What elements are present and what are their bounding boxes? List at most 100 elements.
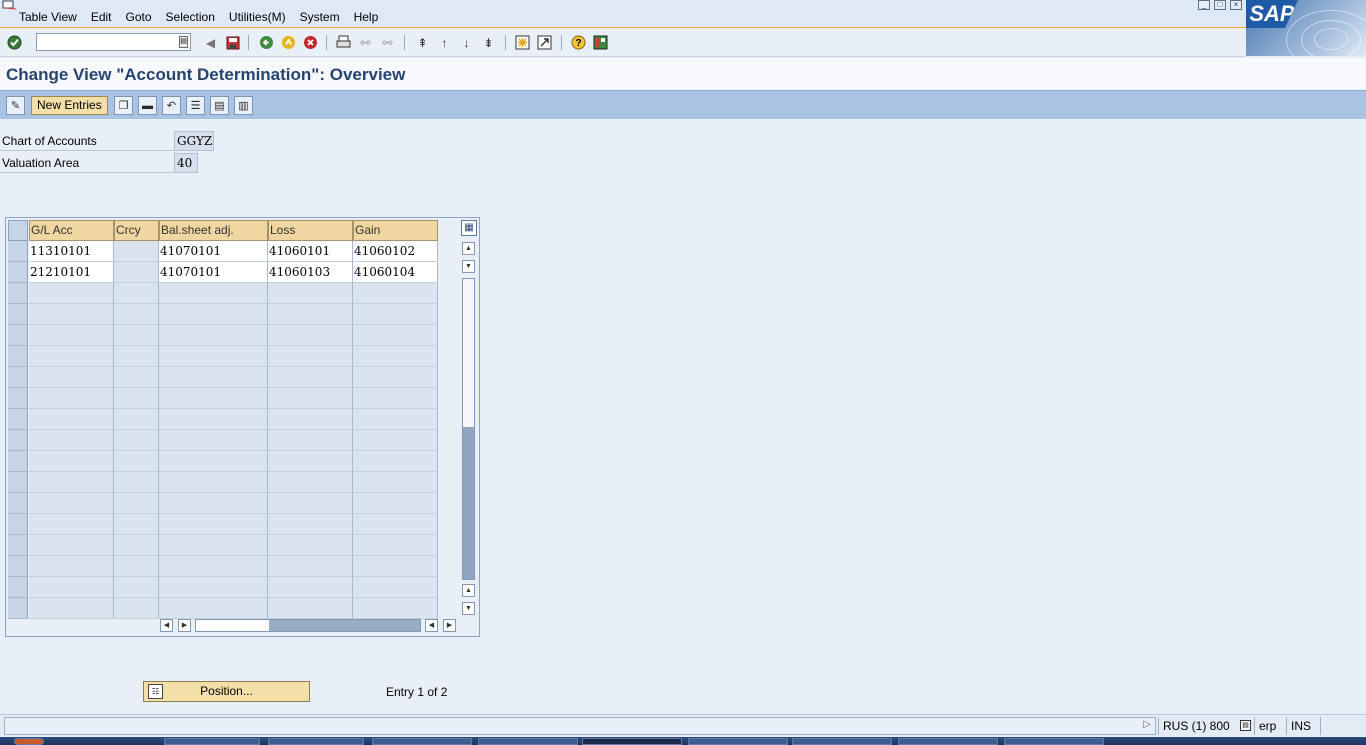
cell-gl-account[interactable] [29, 325, 114, 346]
cell-gl-account[interactable] [29, 304, 114, 325]
first-page-icon[interactable]: ⇞ [414, 34, 431, 51]
page-up-icon[interactable]: ▲ [462, 584, 475, 597]
find-icon[interactable]: ⚯ [357, 34, 374, 51]
cell-gain[interactable] [353, 577, 438, 598]
cell-gl-account[interactable] [29, 577, 114, 598]
back-arrow-icon[interactable]: ◀ [202, 34, 219, 51]
taskbar-item-active[interactable] [582, 738, 682, 745]
command-field[interactable]: ▤ [36, 33, 191, 51]
cell-balance-sheet-adj[interactable] [159, 472, 268, 493]
cell-loss[interactable] [268, 556, 353, 577]
column-header-loss[interactable]: Loss [268, 220, 353, 241]
start-button[interactable] [14, 738, 44, 745]
cell-loss[interactable] [268, 346, 353, 367]
taskbar-item[interactable] [898, 738, 998, 745]
cell-loss[interactable] [268, 577, 353, 598]
menu-utilities[interactable]: Utilities(M) [229, 10, 286, 24]
cell-gl-account[interactable] [29, 430, 114, 451]
row-selector[interactable] [8, 556, 28, 577]
cell-gl-account[interactable]: 21210101 [29, 262, 114, 283]
taskbar-item[interactable] [372, 738, 472, 745]
cell-gl-account[interactable] [29, 535, 114, 556]
cell-loss[interactable] [268, 598, 353, 619]
help-icon[interactable]: ? [570, 34, 587, 51]
cell-loss[interactable] [268, 535, 353, 556]
cell-currency[interactable] [114, 577, 159, 598]
scroll-down-icon[interactable]: ▼ [462, 602, 475, 615]
cell-balance-sheet-adj[interactable] [159, 493, 268, 514]
vertical-scrollbar[interactable]: ▲ ▼ ▲ ▼ [461, 242, 477, 616]
menu-selection[interactable]: Selection [166, 10, 215, 24]
cell-balance-sheet-adj[interactable] [159, 598, 268, 619]
select-all-rows-button[interactable] [8, 220, 28, 241]
cell-loss[interactable]: 41060101 [268, 241, 353, 262]
cell-balance-sheet-adj[interactable] [159, 514, 268, 535]
cell-currency[interactable] [114, 388, 159, 409]
cell-gl-account[interactable]: 11310101 [29, 241, 114, 262]
cell-gain[interactable] [353, 430, 438, 451]
copy-as-icon[interactable]: ❐ [114, 96, 133, 115]
save-icon[interactable] [224, 34, 241, 51]
position-button[interactable]: ☷ Position... [143, 681, 310, 702]
cell-loss[interactable] [268, 493, 353, 514]
select-block-icon[interactable]: ▤ [210, 96, 229, 115]
exit-icon[interactable] [280, 34, 297, 51]
cell-gain[interactable] [353, 409, 438, 430]
cell-balance-sheet-adj[interactable] [159, 388, 268, 409]
cell-loss[interactable] [268, 388, 353, 409]
select-all-icon[interactable]: ☰ [186, 96, 205, 115]
scroll-up-icon[interactable]: ▲ [462, 242, 475, 255]
cell-loss[interactable] [268, 430, 353, 451]
cell-loss[interactable] [268, 283, 353, 304]
row-selector[interactable] [8, 514, 28, 535]
cell-gl-account[interactable] [29, 472, 114, 493]
system-info-dropdown-icon[interactable]: ▤ [1240, 720, 1251, 731]
previous-page-icon[interactable]: ↑ [436, 34, 453, 51]
cell-currency[interactable] [114, 325, 159, 346]
deselect-all-icon[interactable]: ▥ [234, 96, 253, 115]
cell-gain[interactable] [353, 325, 438, 346]
cell-currency[interactable] [114, 262, 159, 283]
command-history-icon[interactable]: ▤ [179, 36, 188, 48]
cancel-icon[interactable] [302, 34, 319, 51]
row-selector[interactable] [8, 346, 28, 367]
page-down-icon[interactable]: ▼ [462, 260, 475, 273]
cell-currency[interactable] [114, 514, 159, 535]
cell-gain[interactable] [353, 556, 438, 577]
row-selector[interactable] [8, 241, 28, 262]
cell-gain[interactable] [353, 472, 438, 493]
cell-gain[interactable] [353, 598, 438, 619]
cell-gain[interactable] [353, 451, 438, 472]
column-header-currency[interactable]: Crcy [114, 220, 159, 241]
cell-balance-sheet-adj[interactable] [159, 304, 268, 325]
cell-gl-account[interactable] [29, 346, 114, 367]
cell-loss[interactable] [268, 304, 353, 325]
cell-balance-sheet-adj[interactable] [159, 535, 268, 556]
taskbar-item[interactable] [164, 738, 260, 745]
valuation-area-field[interactable]: 40 [174, 153, 198, 173]
menu-help[interactable]: Help [354, 10, 379, 24]
taskbar-item[interactable] [1004, 738, 1104, 745]
horizontal-scroll-track[interactable] [195, 619, 421, 632]
cell-loss[interactable] [268, 514, 353, 535]
cell-currency[interactable] [114, 241, 159, 262]
cell-gain[interactable] [353, 388, 438, 409]
cell-gl-account[interactable] [29, 367, 114, 388]
taskbar-item[interactable] [792, 738, 892, 745]
menu-edit[interactable]: Edit [91, 10, 112, 24]
row-selector[interactable] [8, 535, 28, 556]
cell-currency[interactable] [114, 598, 159, 619]
delete-icon[interactable]: ▬ [138, 96, 157, 115]
cell-gl-account[interactable] [29, 598, 114, 619]
cell-currency[interactable] [114, 367, 159, 388]
cell-balance-sheet-adj[interactable] [159, 577, 268, 598]
cell-gain[interactable] [353, 493, 438, 514]
restore-icon[interactable]: □ [1214, 0, 1226, 10]
close-icon[interactable]: × [1230, 0, 1242, 10]
row-selector[interactable] [8, 304, 28, 325]
cell-balance-sheet-adj[interactable] [159, 283, 268, 304]
undo-change-icon[interactable]: ↶ [162, 96, 181, 115]
cell-gain[interactable]: 41060102 [353, 241, 438, 262]
cell-loss[interactable] [268, 451, 353, 472]
column-header-gain[interactable]: Gain [353, 220, 438, 241]
